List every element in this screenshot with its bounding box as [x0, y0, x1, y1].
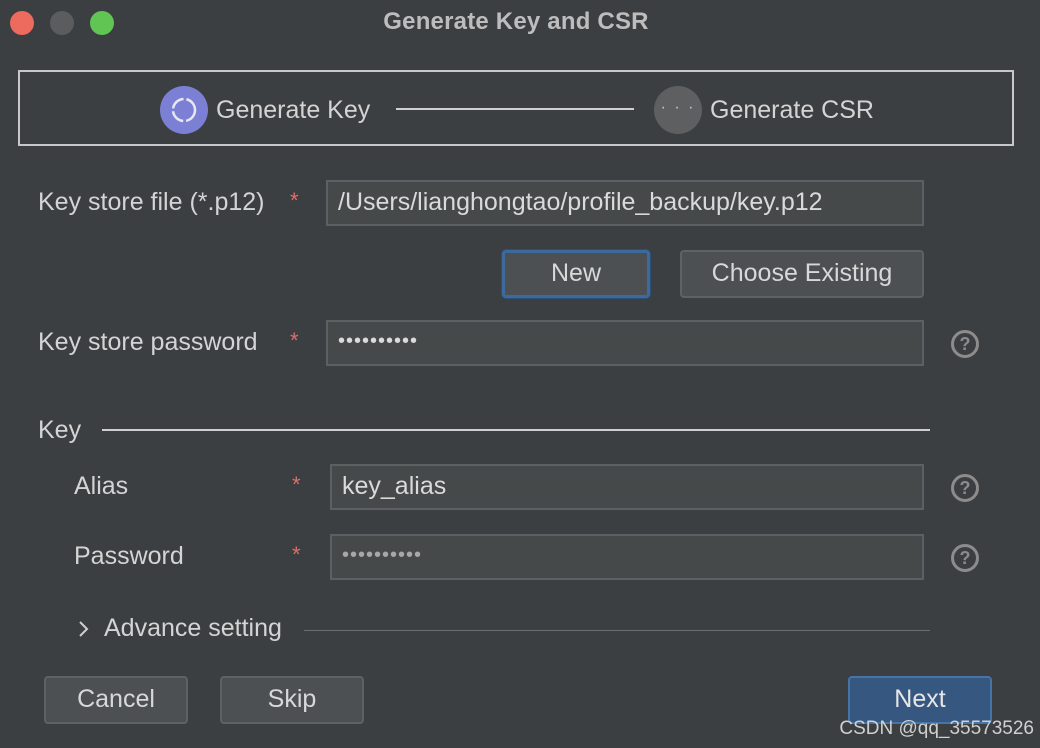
wizard-stepper: Generate Key · · · Generate CSR — [18, 70, 1014, 146]
required-mark: * — [292, 542, 301, 567]
required-mark: * — [290, 328, 299, 353]
help-icon[interactable]: ? — [951, 330, 979, 358]
step-generate-csr-label: Generate CSR — [710, 96, 874, 124]
window-title: Generate Key and CSR — [383, 8, 649, 35]
cancel-button[interactable]: Cancel — [44, 676, 188, 724]
step-generate-key-indicator — [160, 86, 208, 134]
step-connector-line — [396, 108, 634, 110]
help-icon[interactable]: ? — [951, 544, 979, 572]
title-bar: Generate Key and CSR — [0, 0, 1040, 46]
chevron-right-icon — [79, 621, 89, 637]
step-generate-csr-indicator: · · · — [654, 86, 702, 134]
next-button[interactable]: Next — [848, 676, 992, 724]
step-generate-key-label: Generate Key — [216, 96, 371, 124]
choose-existing-button[interactable]: Choose Existing — [680, 250, 924, 298]
key-password-label: Password — [74, 542, 184, 570]
alias-label: Alias — [74, 472, 129, 500]
ellipsis-icon: · · · — [660, 99, 696, 116]
keystore-password-label: Key store password — [38, 328, 258, 356]
key-password-field[interactable]: •••••••••• — [330, 534, 924, 580]
loading-ring-icon — [171, 97, 197, 123]
alias-field[interactable]: key_alias — [330, 464, 924, 510]
advance-setting-label: Advance setting — [104, 614, 282, 642]
help-icon[interactable]: ? — [951, 474, 979, 502]
keystore-file-label: Key store file (*.p12) — [38, 188, 265, 216]
advance-setting-toggle[interactable]: Advance setting — [74, 612, 304, 648]
advance-setting-divider — [304, 630, 930, 631]
new-keystore-button[interactable]: New — [502, 250, 650, 298]
key-section-title: Key — [38, 416, 82, 444]
key-section-divider — [102, 429, 930, 431]
keystore-password-field[interactable]: •••••••••• — [326, 320, 924, 366]
generate-key-dialog: Generate Key and CSR Generate Key · · · … — [0, 0, 1040, 748]
required-mark: * — [292, 472, 301, 497]
watermark-text: CSDN @qq_35573526 — [839, 718, 1034, 739]
keystore-file-field[interactable]: /Users/lianghongtao/profile_backup/key.p… — [326, 180, 924, 226]
required-mark: * — [290, 188, 299, 213]
skip-button[interactable]: Skip — [220, 676, 364, 724]
